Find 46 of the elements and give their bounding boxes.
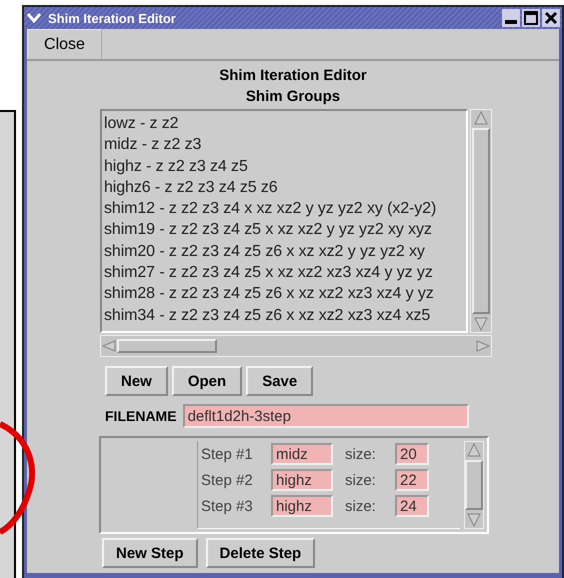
vertical-scrollbar[interactable] [470,109,492,333]
group-field[interactable]: highz [271,469,333,491]
filename-field[interactable]: deflt1d2h-3step [182,404,469,428]
list-item[interactable]: shim12 - z z2 z3 z4 x xz xz2 y yz yz2 xy (x2-y2) [104,198,466,220]
group-field[interactable]: midz [271,443,333,465]
size-label: size: [345,446,377,462]
file-button[interactable]: Open [172,366,242,396]
window-title: Shim Iteration Editor [48,10,176,26]
left-arrow-icon[interactable] [101,338,117,354]
step-button[interactable]: New Step [102,538,198,568]
dialog-heading: Shim Iteration Editor [218,67,368,84]
file-button[interactable]: New [105,366,168,396]
list-item[interactable]: shim20 - z z2 z3 z4 z5 z6 x xz xz2 y yz yz2 xy [104,240,466,262]
up-arrow-icon[interactable] [465,442,483,458]
vertical-scrollbar[interactable] [464,441,484,529]
step-button[interactable]: Delete Step [206,538,316,568]
step-label: Step #1 [201,446,254,462]
filename-label: FILENAME [105,408,177,424]
size-field[interactable]: 24 [395,495,429,517]
step-label: Step #3 [201,498,254,514]
close-button[interactable]: Close [27,29,102,59]
list-item[interactable]: shim28 - z z2 z3 z4 z5 z6 x xz xz2 xz3 xz4 y yz [104,283,466,305]
chevron-down-icon[interactable] [26,11,42,25]
list-item[interactable]: shim19 - z z2 z3 z4 z5 x xz xz2 y yz yz2 xy xyz [104,219,466,241]
list-item[interactable]: lowz - z z2 [104,113,466,134]
list-item[interactable]: shim27 - z z2 z3 z4 z5 x xz xz2 xz3 xz4 y yz yz [104,262,466,284]
horizontal-scrollbar[interactable] [100,335,492,357]
down-arrow-icon[interactable] [472,316,490,332]
maximize-icon[interactable] [522,9,540,27]
list-item[interactable]: shim34 - z z2 z3 z4 z5 z6 x xz xz2 xz3 xz4 xz5 [104,304,466,326]
file-button[interactable]: Save [246,366,314,396]
section-heading: Shim Groups [244,88,342,105]
list-item[interactable]: highz - z z2 z3 z4 z5 [104,156,466,177]
up-arrow-icon[interactable] [472,110,490,126]
minimize-icon[interactable] [502,9,520,27]
size-label: size: [345,472,377,488]
right-arrow-icon[interactable] [475,338,491,354]
step-label: Step #2 [201,472,254,488]
down-arrow-icon[interactable] [465,512,483,528]
size-field[interactable]: 20 [395,443,429,465]
list-item[interactable]: midz - z z2 z3 [104,134,466,156]
list-item[interactable]: highz6 - z z2 z3 z4 z5 z6 [104,176,466,198]
size-field[interactable]: 22 [395,469,429,491]
close-icon[interactable] [542,9,560,27]
group-field[interactable]: highz [271,495,333,517]
size-label: size: [345,498,377,514]
